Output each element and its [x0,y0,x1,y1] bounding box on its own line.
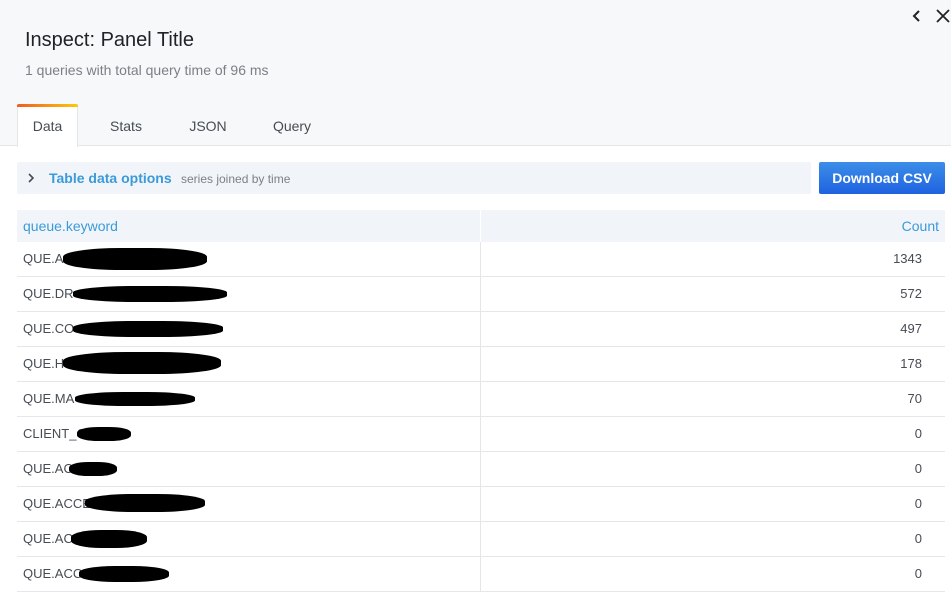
cell-count: 0 [914,496,922,511]
table-header: queue.keyword Count [17,210,945,242]
cell-queue-keyword: QUE.MA [23,391,75,406]
table-data-options[interactable]: Table data options series joined by time [17,162,811,194]
download-csv-button[interactable]: Download CSV [819,162,945,194]
table-row: CLIENT_C 0 [17,417,945,452]
cell-count: 0 [914,566,922,581]
redaction-mark [75,392,195,406]
tab-stats[interactable]: Stats [95,104,157,147]
column-divider [480,347,481,381]
redaction-mark [71,530,147,548]
column-divider [480,557,481,591]
cell-count: 1343 [893,251,922,266]
column-divider [480,417,481,451]
redaction-mark [73,321,223,337]
table-row: QUE.MA 70 [17,382,945,417]
cell-queue-keyword: QUE.DR [23,286,74,301]
cell-count: 0 [914,531,922,546]
cell-queue-keyword: QUE.CO [23,321,75,336]
column-header-queue-keyword[interactable]: queue.keyword [23,210,118,242]
cell-queue-keyword: QUE.AC [23,531,73,546]
page-title: Inspect: Panel Title [25,29,194,51]
close-icon[interactable] [934,7,951,25]
column-header-count[interactable]: Count [902,210,939,242]
table-row: QUE.ACCE 0 [17,487,945,522]
cell-count: 70 [907,391,922,406]
data-table: queue.keyword Count QUE.AC 1343 QUE.DR 5… [17,210,945,592]
tab-label: Data [32,118,63,134]
redaction-mark [77,427,131,441]
column-divider [480,277,481,311]
column-divider [480,312,481,346]
column-divider [480,210,481,242]
redaction-mark [79,566,169,582]
column-divider [480,382,481,416]
cell-queue-keyword: QUE.AC [23,461,73,476]
chevron-left-icon[interactable] [908,7,926,25]
inspect-header: Inspect: Panel Title 1 queries with tota… [0,0,951,147]
cell-count: 497 [900,321,922,336]
column-divider [480,242,481,276]
cell-queue-keyword: QUE.ACC [23,566,83,581]
tab-data[interactable]: Data [17,104,78,147]
query-summary: 1 queries with total query time of 96 ms [25,62,269,78]
cell-queue-keyword: QUE.H [23,356,65,371]
tab-label: Stats [110,117,142,134]
cell-count: 0 [914,426,922,441]
column-divider [480,522,481,556]
cell-count: 0 [914,461,922,476]
table-row: QUE.ACC 0 [17,557,945,592]
table-row: QUE.CO 497 [17,312,945,347]
table-row: QUE.AC 0 [17,452,945,487]
cell-count: 572 [900,286,922,301]
column-divider [480,487,481,521]
table-data-options-toggle[interactable]: Table data options [49,170,172,186]
redaction-mark [63,352,221,374]
cell-count: 178 [900,356,922,371]
tab-json[interactable]: JSON [177,104,239,147]
tab-query[interactable]: Query [261,104,323,147]
redaction-mark [73,286,227,302]
column-divider [480,452,481,486]
tab-label: Query [272,117,312,134]
cell-queue-keyword: QUE.ACCE [23,496,91,511]
redaction-mark [85,494,205,512]
table-row: QUE.H 178 [17,347,945,382]
tab-label: JSON [189,117,227,134]
redaction-mark [69,462,117,476]
chevron-right-icon[interactable] [27,171,35,189]
table-row: QUE.DR 572 [17,277,945,312]
redaction-mark [63,248,207,270]
table-row: QUE.AC 1343 [17,242,945,277]
options-description: series joined by time [181,172,291,186]
table-row: QUE.AC 0 [17,522,945,557]
